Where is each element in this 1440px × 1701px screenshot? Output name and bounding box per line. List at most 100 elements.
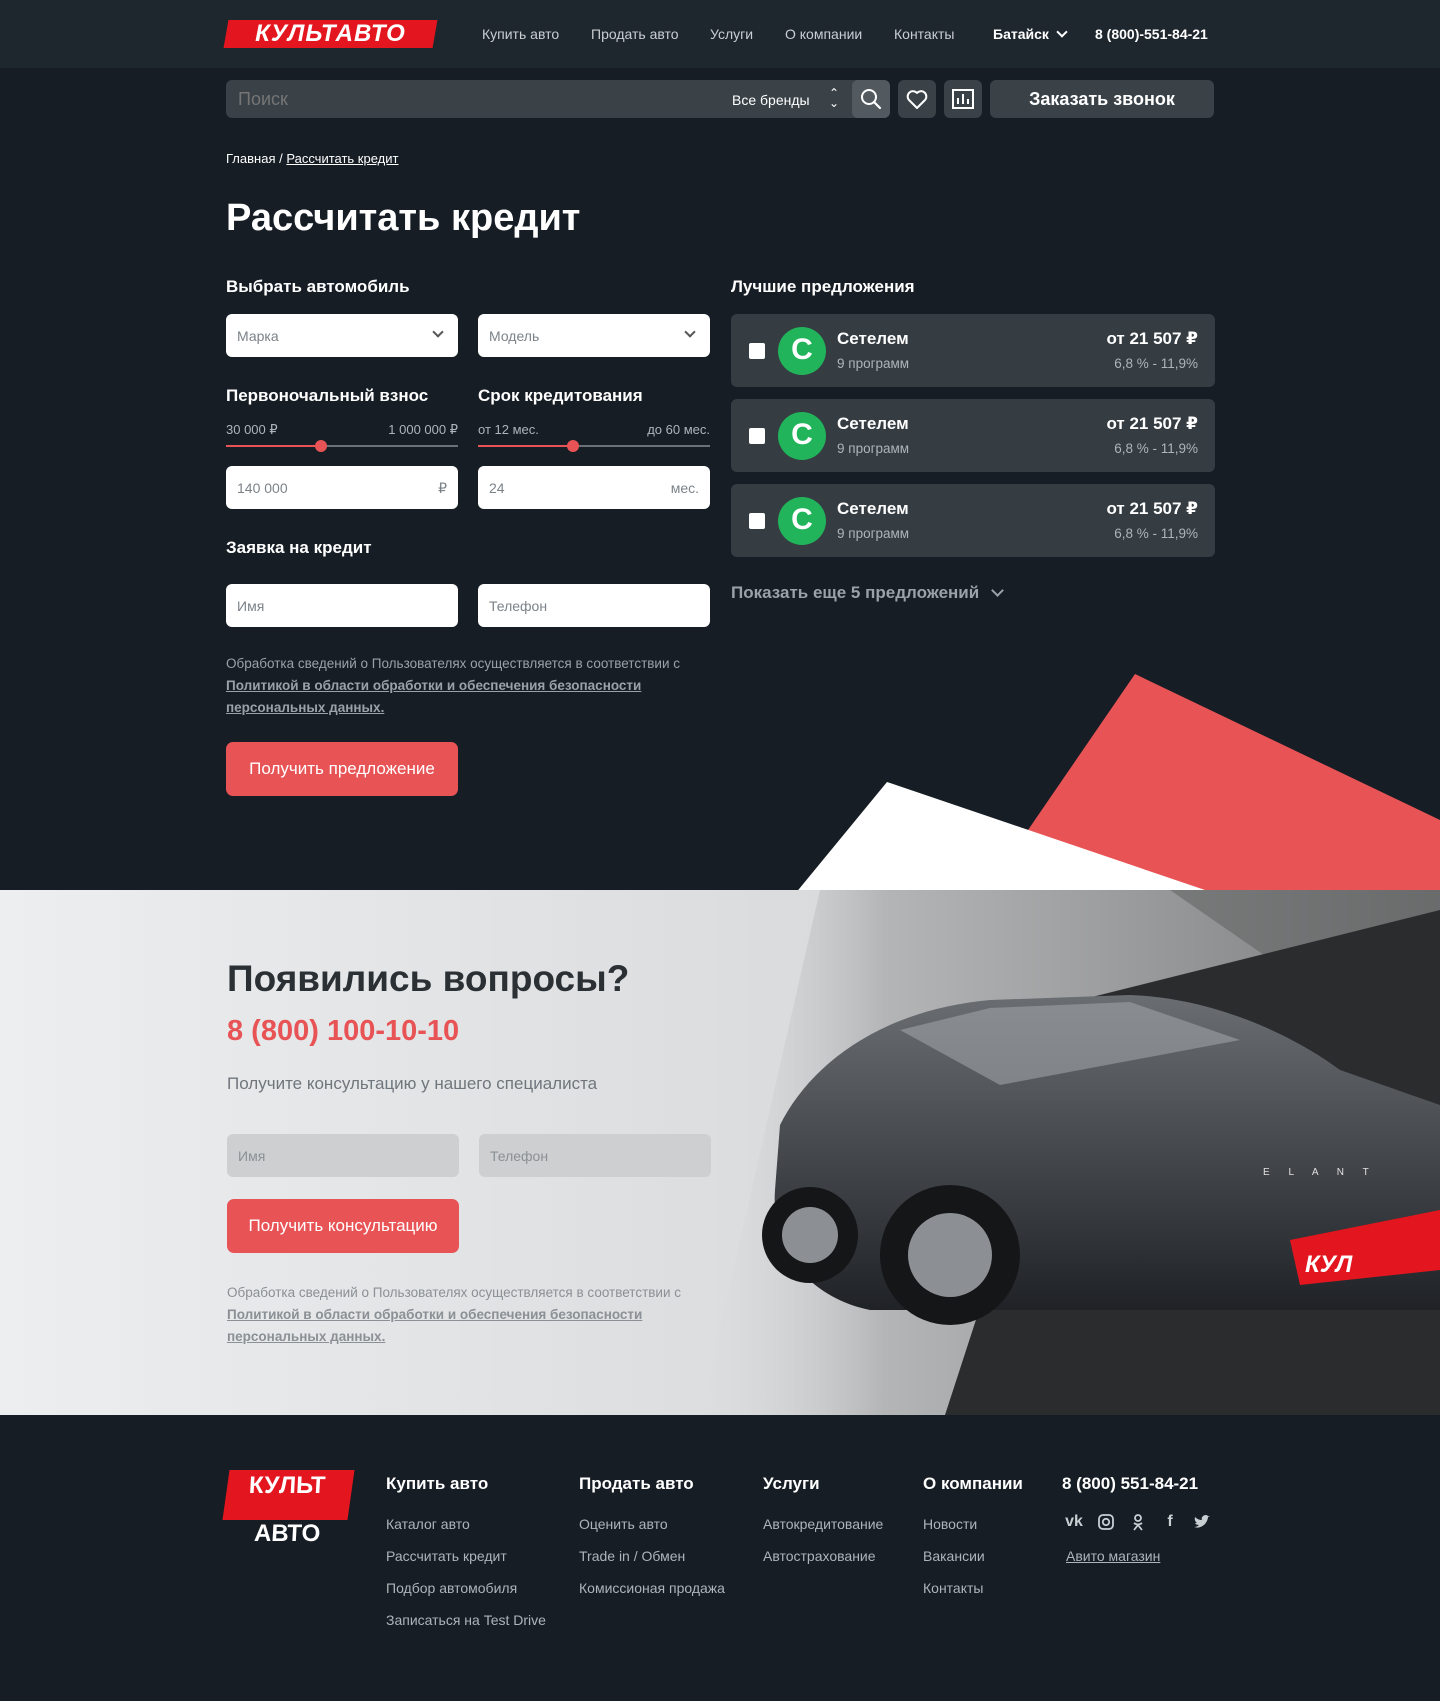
brand-select-field[interactable]: Марка xyxy=(226,314,458,357)
get-consultation-button[interactable]: Получить консультацию xyxy=(227,1199,459,1253)
nav-services[interactable]: Услуги xyxy=(710,26,753,42)
page-title: Рассчитать кредит xyxy=(226,197,581,239)
footer-link[interactable]: Рассчитать кредит xyxy=(386,1548,507,1564)
twitter-icon[interactable] xyxy=(1192,1512,1212,1532)
bank-programs: 9 программ xyxy=(837,441,910,456)
bank-logo: С xyxy=(778,412,826,460)
chevron-down-icon xyxy=(432,326,444,338)
footer-link[interactable]: Автокредитование xyxy=(763,1516,883,1532)
footer-link[interactable]: Записаться на Test Drive xyxy=(386,1612,546,1628)
footer-link[interactable]: Контакты xyxy=(923,1580,983,1596)
search-button[interactable] xyxy=(852,80,890,118)
header-phone[interactable]: 8 (800)-551-84-21 xyxy=(1095,26,1208,42)
footer-link[interactable]: Комиссионая продажа xyxy=(579,1580,725,1596)
term-max: до 60 мес. xyxy=(647,422,710,437)
term-slider[interactable] xyxy=(478,440,710,452)
footer-link[interactable]: Автострахование xyxy=(763,1548,876,1564)
vk-icon[interactable]: vk xyxy=(1064,1512,1084,1532)
offer-price: от 21 507 ₽ xyxy=(1106,499,1198,518)
slider-fill xyxy=(478,445,573,447)
favorites-button[interactable] xyxy=(898,80,936,118)
offer-rate: 6,8 % - 11,9% xyxy=(1114,526,1198,541)
down-payment-max: 1 000 000 ₽ xyxy=(388,422,458,437)
questions-privacy-note: Обработка сведений о Пользователях осуще… xyxy=(227,1285,682,1344)
offer-checkbox[interactable] xyxy=(749,513,765,529)
footer-logo[interactable]: КУЛЬТ АВТО xyxy=(222,1470,355,1547)
odnoklassniki-icon[interactable] xyxy=(1128,1512,1148,1532)
footer-col-title[interactable]: Купить авто xyxy=(386,1474,488,1494)
site-header: КУЛЬТАВТО Купить авто Продать авто Услуг… xyxy=(0,0,1440,68)
slider-handle[interactable] xyxy=(567,440,579,452)
show-more-offers[interactable]: Показать еще 5 предложений xyxy=(731,583,1005,603)
footer-col-title[interactable]: Услуги xyxy=(763,1474,820,1494)
footer-link[interactable]: Trade in / Обмен xyxy=(579,1548,685,1564)
phone-field[interactable]: Телефон xyxy=(478,584,710,627)
instagram-icon[interactable] xyxy=(1096,1512,1116,1532)
bank-logo: С xyxy=(778,497,826,545)
callback-button[interactable]: Заказать звонок xyxy=(990,80,1214,118)
down-payment-label: Первоночальный взнос xyxy=(226,386,429,405)
facebook-icon[interactable]: f xyxy=(1160,1512,1180,1532)
offer-checkbox[interactable] xyxy=(749,428,765,444)
down-payment-slider[interactable] xyxy=(226,440,458,452)
breadcrumb-current[interactable]: Рассчитать кредит xyxy=(286,151,398,166)
questions-phone-field[interactable]: Телефон xyxy=(479,1134,711,1177)
site-logo[interactable]: КУЛЬТАВТО xyxy=(223,20,438,48)
brand-select[interactable]: Все бренды xyxy=(732,92,810,108)
search-input[interactable] xyxy=(226,80,716,118)
chart-icon xyxy=(952,89,974,109)
footer-phone[interactable]: 8 (800) 551-84-21 xyxy=(1062,1474,1198,1494)
privacy-policy-link[interactable]: Политикой в области обработки и обеспече… xyxy=(227,1307,642,1344)
questions-subtitle: Получите консультацию у нашего специалис… xyxy=(227,1074,598,1093)
offer-card[interactable]: С Сетелем 9 программ от 21 507 ₽ 6,8 % -… xyxy=(731,314,1215,387)
decorative-shapes xyxy=(790,674,1440,900)
search-bar: Все бренды ⌃⌄ xyxy=(226,80,890,118)
heart-icon xyxy=(906,90,928,109)
offer-checkbox[interactable] xyxy=(749,343,765,359)
nav-contacts[interactable]: Контакты xyxy=(894,26,954,42)
footer-link[interactable]: Новости xyxy=(923,1516,977,1532)
footer-link[interactable]: Вакансии xyxy=(923,1548,985,1564)
offer-price: от 21 507 ₽ xyxy=(1106,414,1198,433)
questions-section: E L A N T КУЛ Появились вопросы? 8 (800)… xyxy=(0,890,1440,1415)
compare-button[interactable] xyxy=(944,80,982,118)
footer-link[interactable]: Оценить авто xyxy=(579,1516,668,1532)
term-min: от 12 мес. xyxy=(478,422,539,437)
bank-logo: С xyxy=(778,327,826,375)
slider-handle[interactable] xyxy=(315,440,327,452)
down-payment-input[interactable]: 140 000 ₽ xyxy=(226,466,458,509)
avito-link[interactable]: Авито магазин xyxy=(1066,1548,1160,1564)
footer-link[interactable]: Каталог авто xyxy=(386,1516,470,1532)
nav-buy-car[interactable]: Купить авто xyxy=(482,26,559,42)
chevron-down-icon xyxy=(991,584,1005,597)
offer-card[interactable]: С Сетелем 9 программ от 21 507 ₽ 6,8 % -… xyxy=(731,484,1215,557)
offer-card[interactable]: С Сетелем 9 программ от 21 507 ₽ 6,8 % -… xyxy=(731,399,1215,472)
application-label: Заявка на кредит xyxy=(226,538,372,557)
offer-rate: 6,8 % - 11,9% xyxy=(1114,356,1198,371)
footer-link[interactable]: Подбор автомобиля xyxy=(386,1580,517,1596)
footer-col-title[interactable]: О компании xyxy=(923,1474,1023,1494)
name-field[interactable]: Имя xyxy=(226,584,458,627)
questions-name-field[interactable]: Имя xyxy=(227,1134,459,1177)
car-badge-text: КУЛ xyxy=(1305,1251,1353,1278)
questions-title: Появились вопросы? xyxy=(227,958,630,999)
offer-rate: 6,8 % - 11,9% xyxy=(1114,441,1198,456)
nav-about[interactable]: О компании xyxy=(785,26,862,42)
bank-name: Сетелем xyxy=(837,329,909,348)
footer-col-title[interactable]: Продать авто xyxy=(579,1474,694,1494)
chevron-down-icon xyxy=(684,326,696,338)
sort-updown-icon: ⌃ ⌄ xyxy=(829,86,840,110)
car-image: E L A N T КУЛ xyxy=(700,890,1440,1415)
term-input[interactable]: 24 мес. xyxy=(478,466,710,509)
model-select-field[interactable]: Модель xyxy=(478,314,710,357)
down-payment-min: 30 000 ₽ xyxy=(226,422,278,437)
chevron-down-icon xyxy=(1056,26,1068,38)
questions-phone[interactable]: 8 (800) 100-10-10 xyxy=(227,1015,459,1048)
bank-programs: 9 программ xyxy=(837,356,910,371)
bank-programs: 9 программ xyxy=(837,526,910,541)
city-selector[interactable]: Батайск xyxy=(993,26,1068,42)
slider-fill xyxy=(226,445,321,447)
offer-price: от 21 507 ₽ xyxy=(1106,329,1198,348)
breadcrumb-home[interactable]: Главная xyxy=(226,151,275,166)
nav-sell-car[interactable]: Продать авто xyxy=(591,26,679,42)
